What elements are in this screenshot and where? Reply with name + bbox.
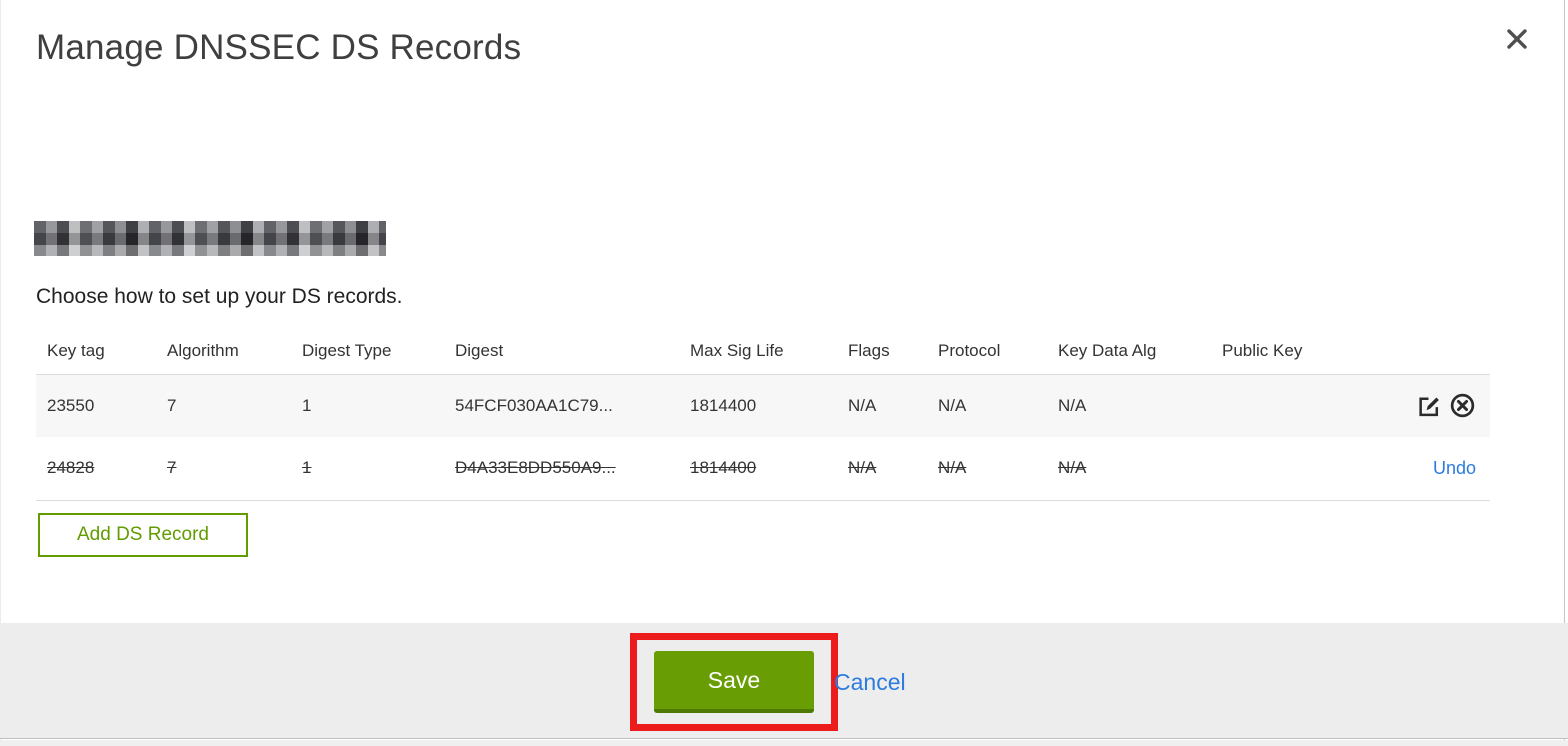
close-button[interactable] bbox=[1500, 22, 1534, 56]
cell-key-data-alg: N/A bbox=[1058, 458, 1087, 478]
cell-flags: N/A bbox=[848, 458, 877, 478]
col-header-flags: Flags bbox=[848, 340, 890, 360]
cell-digest-type: 1 bbox=[302, 458, 312, 478]
cell-protocol: N/A bbox=[938, 395, 967, 415]
col-header-actions bbox=[1379, 328, 1490, 374]
col-header-digest-type: Digest Type bbox=[302, 340, 392, 360]
dnssec-dialog: Manage DNSSEC DS Records Choose how to s… bbox=[0, 0, 1568, 746]
cell-key-data-alg: N/A bbox=[1058, 395, 1087, 415]
redacted-domain-name bbox=[34, 221, 386, 256]
col-header-key-data-alg: Key Data Alg bbox=[1058, 340, 1157, 360]
cell-algorithm: 7 bbox=[167, 395, 177, 415]
cell-max-sig-life: 1814400 bbox=[690, 458, 757, 478]
page-title: Manage DNSSEC DS Records bbox=[36, 28, 522, 67]
annotation-highlight-box: Save bbox=[630, 633, 838, 731]
table-row: 24828 7 1 D4A33E8DD550A9... 1814400 N/A … bbox=[36, 437, 1490, 500]
cell-max-sig-life: 1814400 bbox=[690, 395, 757, 415]
cell-digest: 54FCF030AA1C79... bbox=[455, 395, 613, 415]
instruction-text: Choose how to set up your DS records. bbox=[36, 285, 403, 308]
col-header-max-sig-life: Max Sig Life bbox=[690, 340, 784, 360]
cell-flags: N/A bbox=[848, 395, 877, 415]
ds-records-table: Key tag Algorithm Digest Type Digest Max… bbox=[36, 328, 1490, 501]
add-ds-record-button[interactable]: Add DS Record bbox=[38, 513, 248, 557]
col-header-algorithm: Algorithm bbox=[167, 340, 239, 360]
dialog-footer: Save Cancel bbox=[0, 623, 1568, 739]
col-header-public-key: Public Key bbox=[1222, 340, 1303, 360]
table-row: 23550 7 1 54FCF030AA1C79... 1814400 N/A … bbox=[36, 374, 1490, 437]
col-header-key-tag: Key tag bbox=[47, 340, 105, 360]
save-button[interactable]: Save bbox=[654, 651, 814, 713]
cell-key-tag: 23550 bbox=[47, 395, 95, 415]
cell-key-tag: 24828 bbox=[47, 458, 95, 478]
table-header-row: Key tag Algorithm Digest Type Digest Max… bbox=[36, 328, 1490, 374]
window-bottom-edge bbox=[0, 740, 1568, 746]
close-icon bbox=[1505, 27, 1529, 51]
cell-digest-type: 1 bbox=[302, 395, 312, 415]
col-header-digest: Digest bbox=[455, 340, 504, 360]
col-header-protocol: Protocol bbox=[938, 340, 1001, 360]
edit-record-icon[interactable] bbox=[1417, 393, 1442, 418]
delete-record-icon[interactable] bbox=[1449, 392, 1476, 419]
undo-link[interactable]: Undo bbox=[1433, 458, 1476, 478]
cell-digest: D4A33E8DD550A9... bbox=[455, 458, 616, 478]
cell-algorithm: 7 bbox=[167, 458, 177, 478]
footer-actions: Save Cancel bbox=[630, 633, 906, 731]
cell-protocol: N/A bbox=[938, 458, 967, 478]
cancel-link[interactable]: Cancel bbox=[834, 669, 906, 696]
